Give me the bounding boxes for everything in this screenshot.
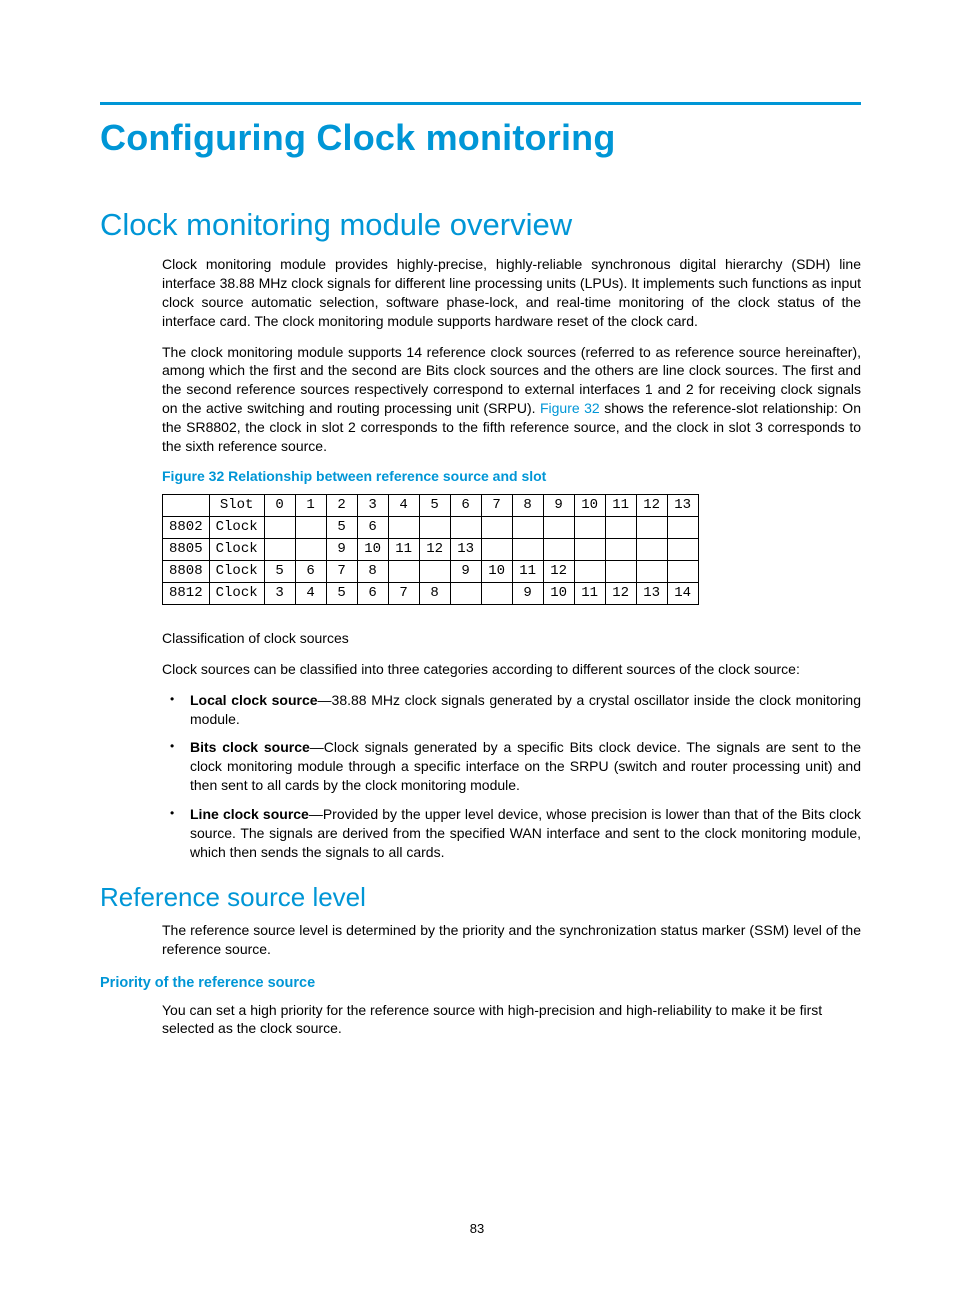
list-item: Line clock source—Provided by the upper …: [162, 805, 861, 862]
table-row: 8802 Clock 56: [163, 516, 699, 538]
section-heading-ref-level: Reference source level: [100, 882, 861, 913]
overview-p2: The clock monitoring module supports 14 …: [162, 343, 861, 456]
page-number: 83: [0, 1221, 954, 1236]
list-item: Bits clock source—Clock signals generate…: [162, 738, 861, 795]
table-row: 8808 Clock 56789101112: [163, 560, 699, 582]
priority-p: You can set a high priority for the refe…: [162, 1001, 861, 1039]
classification-list: Local clock source—38.88 MHz clock signa…: [162, 691, 861, 862]
top-rule: [100, 102, 861, 105]
overview-p1: Clock monitoring module provides highly-…: [162, 255, 861, 331]
table-row: 8812 Clock 34567891011121314: [163, 582, 699, 604]
chapter-title: Configuring Clock monitoring: [100, 117, 861, 159]
table-header-row: Slot 0 1 2 3 4 5 6 7 8 9 10 11 12 13: [163, 494, 699, 516]
slot-table: Slot 0 1 2 3 4 5 6 7 8 9 10 11 12 13 880…: [162, 494, 699, 605]
classification-lead: Clock sources can be classified into thr…: [162, 660, 861, 679]
figure-link[interactable]: Figure 32: [540, 400, 600, 416]
page: Configuring Clock monitoring Clock monit…: [0, 0, 954, 1296]
overview-body: Clock monitoring module provides highly-…: [162, 255, 861, 862]
subheading-priority: Priority of the reference source: [100, 975, 861, 991]
table-slot-label: Slot: [209, 494, 264, 516]
figure-caption: Figure 32 Relationship between reference…: [162, 468, 861, 484]
ref-level-p: The reference source level is determined…: [162, 921, 861, 959]
term: Line clock source: [190, 806, 309, 822]
term: Bits clock source: [190, 739, 310, 755]
classification-heading: Classification of clock sources: [162, 629, 861, 648]
ref-level-body: The reference source level is determined…: [162, 921, 861, 959]
priority-body: You can set a high priority for the refe…: [162, 1001, 861, 1039]
section-heading-overview: Clock monitoring module overview: [100, 207, 861, 243]
table-row: 8805 Clock 910111213: [163, 538, 699, 560]
term: Local clock source: [190, 692, 318, 708]
table-empty-cell: [163, 494, 210, 516]
list-item: Local clock source—38.88 MHz clock signa…: [162, 691, 861, 729]
